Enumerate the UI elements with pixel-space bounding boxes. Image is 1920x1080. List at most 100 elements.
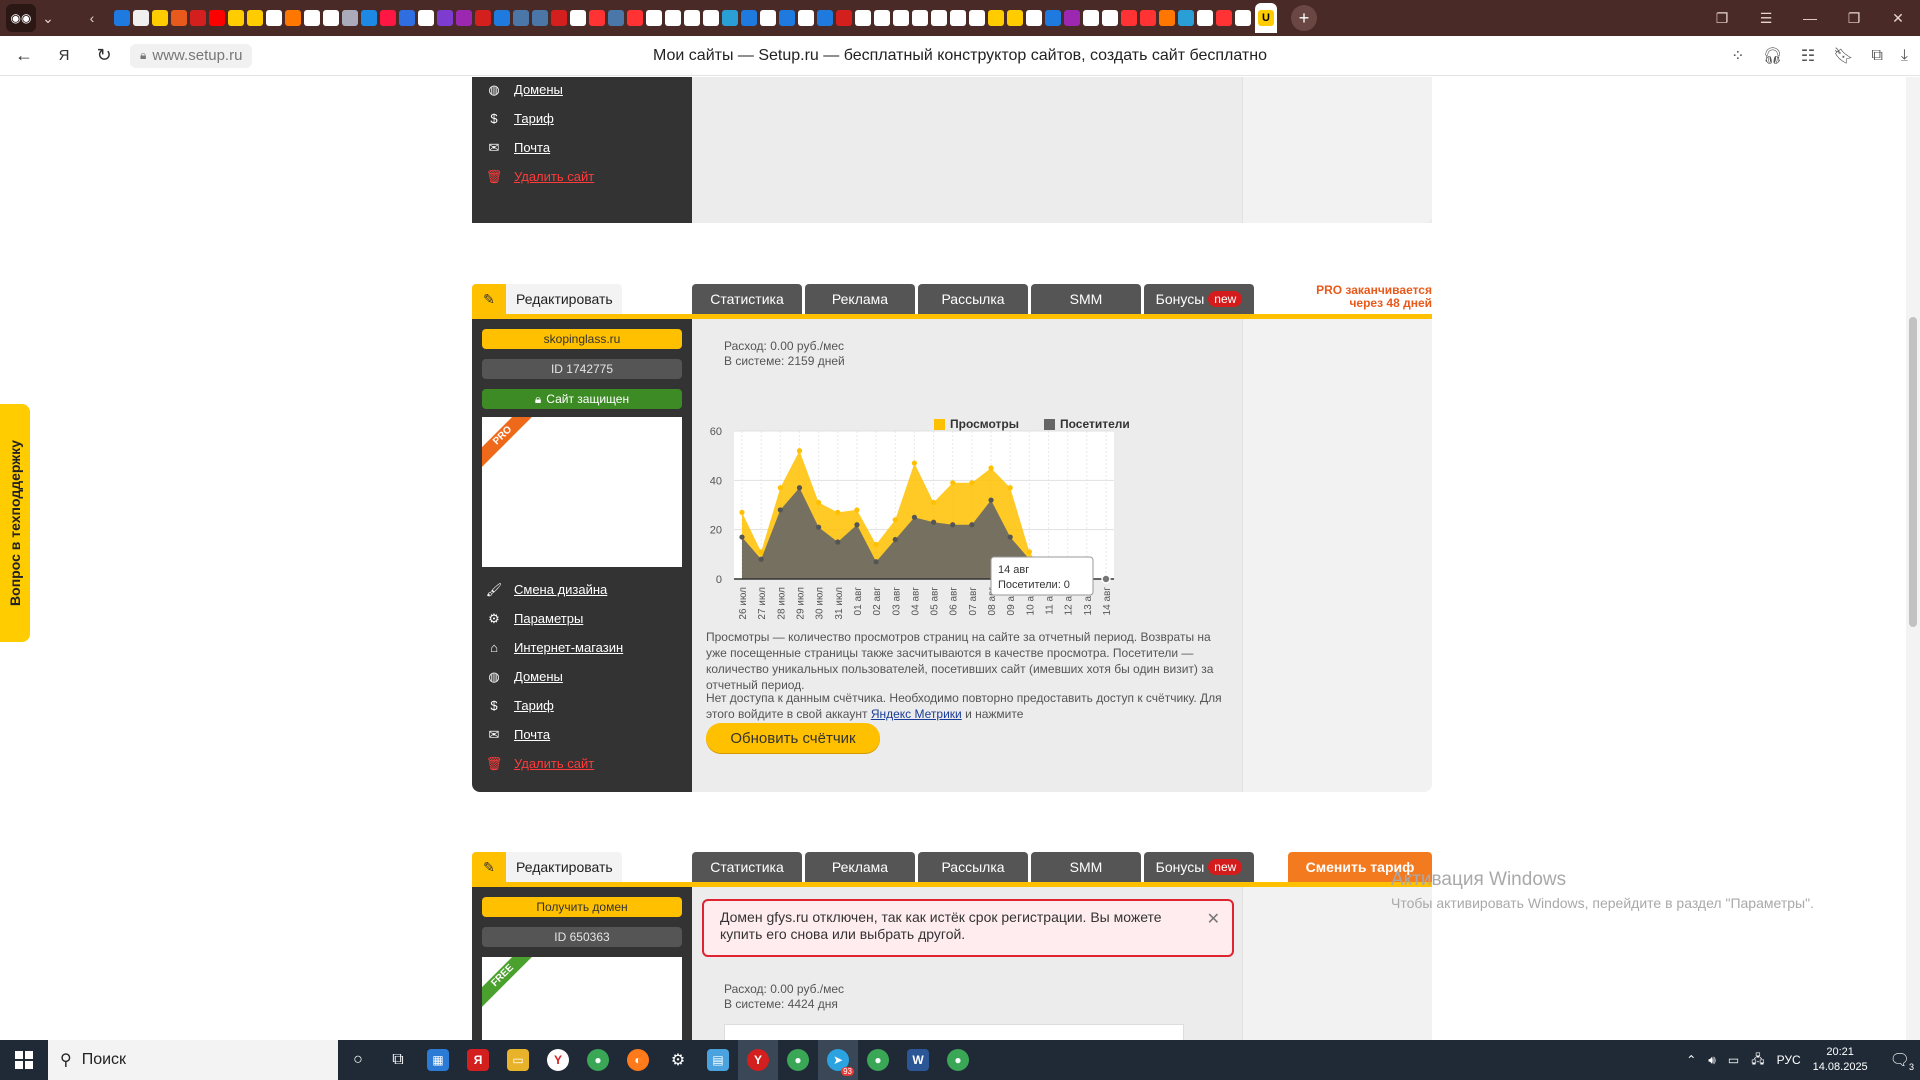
pinned-tab-icon[interactable] [589, 10, 605, 26]
pinned-tab-icon[interactable] [665, 10, 681, 26]
pinned-tab-icon[interactable] [532, 10, 548, 26]
tab-statistics[interactable]: Статистика [692, 284, 802, 314]
network-icon[interactable]: 🖧︎ [1751, 1050, 1764, 1071]
headphones-icon[interactable]: 🎧︎ [1763, 46, 1783, 66]
tab-smm[interactable]: SMM [1031, 284, 1141, 314]
pinned-tab-icon[interactable] [1026, 10, 1042, 26]
start-button[interactable] [0, 1040, 48, 1080]
maximize-button[interactable]: ❐ [1832, 10, 1876, 27]
tab-mailing[interactable]: Рассылка [918, 852, 1028, 882]
pinned-tab-icon[interactable] [437, 10, 453, 26]
chrome-third-profile-icon[interactable]: ● [938, 1040, 978, 1080]
pinned-tab-icon[interactable] [741, 10, 757, 26]
tray-chevron-icon[interactable]: ⌃ [1686, 1053, 1696, 1067]
menu-item[interactable]: $ Тариф [486, 104, 594, 133]
pinned-tab-icon[interactable] [1121, 10, 1137, 26]
pinned-tab-icon[interactable] [152, 10, 168, 26]
pinned-tab-icon[interactable] [190, 10, 206, 26]
pinned-tab-icon[interactable] [1216, 10, 1232, 26]
pinned-tab-icon[interactable] [1235, 10, 1251, 26]
pinned-tab-icon[interactable] [798, 10, 814, 26]
site-thumbnail[interactable]: PRO [482, 417, 682, 567]
taskbar-clock[interactable]: 20:21 14.08.2025 [1813, 1045, 1868, 1075]
tabs-dropdown-icon[interactable]: ⌄ [36, 6, 60, 30]
menu-item[interactable]: ✉ Почта [486, 133, 594, 162]
support-tab[interactable]: Вопрос в техподдержку [0, 404, 30, 642]
pinned-tab-icon[interactable] [1140, 10, 1156, 26]
pinned-tab-icon[interactable] [247, 10, 263, 26]
chrome-icon[interactable]: ● [578, 1040, 618, 1080]
pinned-tab-icon[interactable] [171, 10, 187, 26]
extensions-icon[interactable]: ⁘ [1731, 46, 1744, 66]
tab-statistics[interactable]: Статистика [692, 852, 802, 882]
pinned-tab-icon[interactable] [323, 10, 339, 26]
tab-smm[interactable]: SMM [1031, 852, 1141, 882]
yandex-browser-icon[interactable]: Y [538, 1040, 578, 1080]
tab-bonuses[interactable]: Бонусы new [1144, 852, 1254, 882]
pinned-tab-icon[interactable] [114, 10, 130, 26]
menu-item-link[interactable]: Удалить сайт [514, 756, 594, 771]
notifications-icon[interactable]: 🗨︎ 3 [1890, 1050, 1914, 1072]
tabs-menu-icon[interactable]: ☰ [1744, 10, 1788, 27]
pinned-tab-icon[interactable] [703, 10, 719, 26]
pinned-tab-icon[interactable] [1159, 10, 1175, 26]
menu-item[interactable]: 🖌︎ Смена дизайна [486, 575, 623, 604]
yandex-metrika-link[interactable]: Яндекс Метрики [871, 707, 962, 721]
menu-item[interactable]: $ Тариф [486, 691, 623, 720]
yandex-browser-active-icon[interactable]: Y [738, 1040, 778, 1080]
new-tab-button[interactable]: + [1291, 5, 1317, 31]
chrome-second-profile-icon[interactable]: ● [858, 1040, 898, 1080]
page-scrollbar[interactable] [1906, 77, 1920, 1040]
close-icon[interactable]: ✕ [1207, 911, 1220, 928]
pinned-tab-icon[interactable] [912, 10, 928, 26]
close-window-button[interactable]: ✕ [1876, 10, 1920, 27]
back-icon[interactable]: ← [4, 45, 44, 66]
tab-ads[interactable]: Реклама [805, 852, 915, 882]
reader-icon[interactable]: ☷ [1801, 46, 1815, 66]
pinned-tab-icon[interactable] [931, 10, 947, 26]
collections-panel-icon[interactable]: ⧉ [1871, 47, 1882, 65]
volume-icon[interactable]: 🔊︎ [1708, 1053, 1716, 1068]
get-domain-button[interactable]: Получить домен [482, 897, 682, 917]
active-tab[interactable]: U [1255, 3, 1277, 33]
menu-item[interactable]: ◍ Домены [486, 77, 594, 104]
word-icon[interactable]: W [898, 1040, 938, 1080]
scrollbar-thumb[interactable] [1909, 317, 1917, 627]
battery-icon[interactable]: ▭ [1728, 1053, 1739, 1067]
menu-item[interactable]: ◍ Домены [486, 662, 623, 691]
pinned-tab-icon[interactable] [494, 10, 510, 26]
pinned-tab-icon[interactable] [1064, 10, 1080, 26]
yandex-icon[interactable]: Я [44, 47, 84, 64]
menu-item[interactable]: ⌂ Интернет-магазин [486, 633, 623, 662]
menu-item-link[interactable]: Домены [514, 82, 563, 97]
menu-item-link[interactable]: Смена дизайна [514, 582, 607, 597]
pinned-tab-icon[interactable] [646, 10, 662, 26]
menu-item-link[interactable]: Удалить сайт [514, 169, 594, 184]
tab-bonuses[interactable]: Бонусы new [1144, 284, 1254, 314]
pinned-tab-icon[interactable] [209, 10, 225, 26]
pinned-tab-icon[interactable] [1178, 10, 1194, 26]
telegram-icon[interactable]: ➤ 93 [818, 1040, 858, 1080]
language-indicator[interactable]: РУС [1777, 1053, 1801, 1067]
menu-item-link[interactable]: Параметры [514, 611, 583, 626]
pinned-tab-icon[interactable] [304, 10, 320, 26]
taskbar-search[interactable]: ⚲ Поиск [48, 1040, 338, 1080]
pinned-tab-icon[interactable] [855, 10, 871, 26]
task-view-icon[interactable]: ⧉ [378, 1040, 418, 1080]
tab-ads[interactable]: Реклама [805, 284, 915, 314]
site-domain-badge[interactable]: skopinglass.ru [482, 329, 682, 349]
pinned-tab-icon[interactable] [1045, 10, 1061, 26]
monitor-app-icon[interactable]: ▤ [698, 1040, 738, 1080]
pinned-tab-icon[interactable] [988, 10, 1004, 26]
browser-menu-button[interactable]: ◉◉ [6, 4, 36, 32]
menu-item-link[interactable]: Интернет-магазин [514, 640, 623, 655]
edit-site-button[interactable]: ✎ Редактировать [472, 852, 622, 882]
pinned-tab-icon[interactable] [722, 10, 738, 26]
menu-item[interactable]: 🗑︎ Удалить сайт [486, 749, 623, 778]
chrome-profile-icon[interactable]: ● [778, 1040, 818, 1080]
menu-item-link[interactable]: Почта [514, 727, 550, 742]
pinned-tab-icon[interactable] [266, 10, 282, 26]
pinned-tab-icon[interactable] [608, 10, 624, 26]
pinned-tab-icon[interactable] [684, 10, 700, 26]
store-icon[interactable]: ▦ [418, 1040, 458, 1080]
